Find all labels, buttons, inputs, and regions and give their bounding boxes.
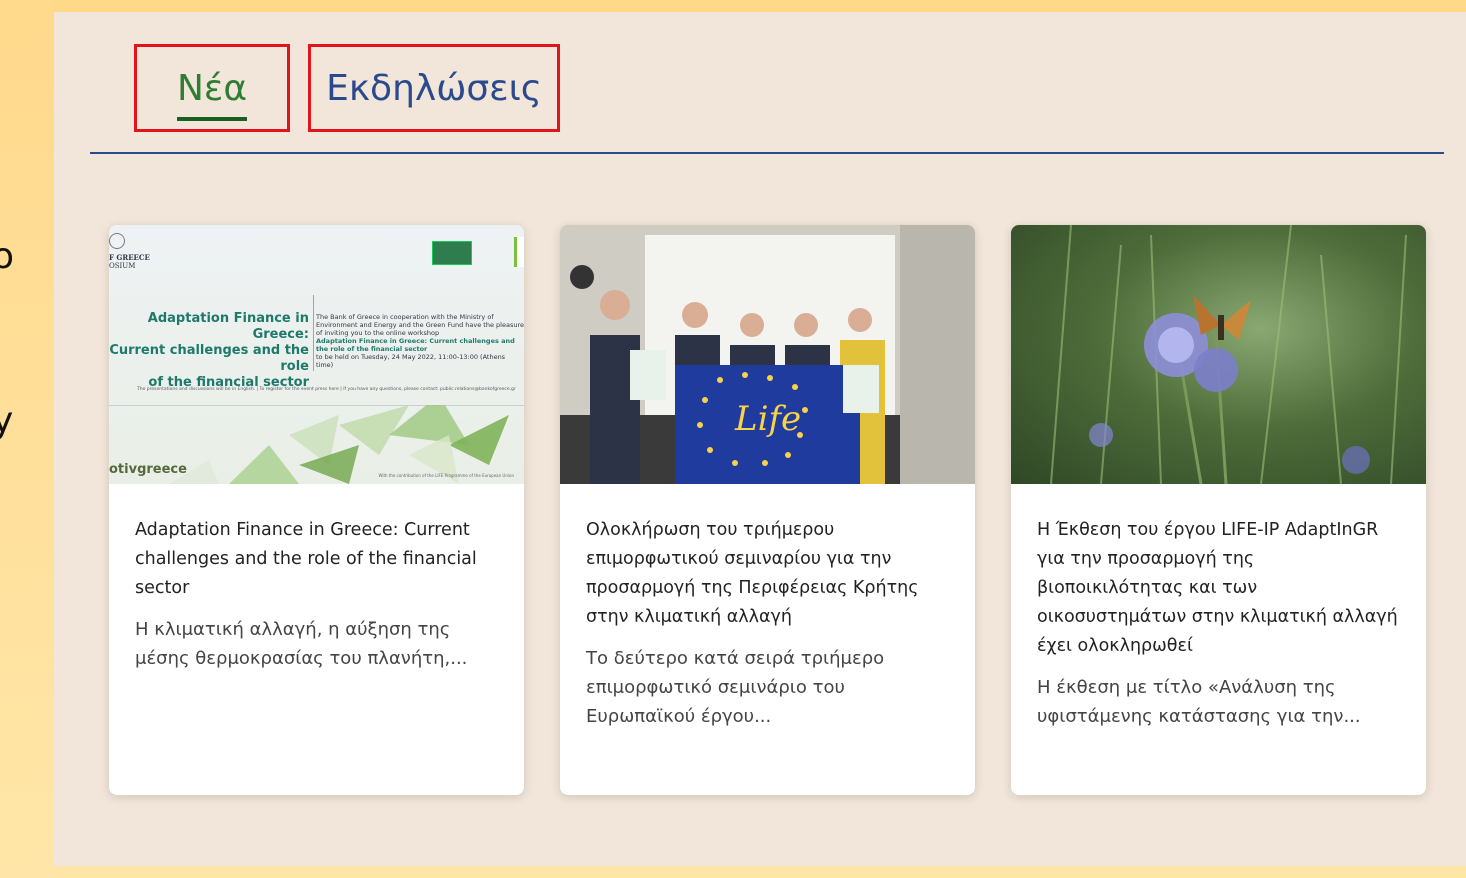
tab-events[interactable]: Εκδηλώσεις bbox=[308, 44, 560, 132]
butterfly-flower-photo bbox=[1050, 225, 1407, 484]
news-card-excerpt: Η έκθεση με τίτλο «Ανάλυση της υφιστάμεν… bbox=[1037, 677, 1361, 727]
news-card[interactable]: Life Ολοκλήρωση του τριήμερου επιμορφωτι… bbox=[560, 225, 975, 795]
poster-divider bbox=[313, 295, 314, 371]
news-card-excerpt: Η κλιματική αλλαγή, η αύξηση της μέσης θ… bbox=[135, 619, 468, 669]
news-card-body: Adaptation Finance in Greece: Current ch… bbox=[109, 484, 524, 693]
news-card-excerpt: Το δεύτερο κατά σειρά τριήμερο επιμορφωτ… bbox=[586, 648, 885, 727]
left-background-strip: o y bbox=[0, 0, 54, 878]
news-card[interactable]: Η Έκθεση του έργου LIFE-IP AdaptInGR για… bbox=[1011, 225, 1426, 795]
partner-logo-cut bbox=[514, 237, 524, 267]
seal-icon bbox=[109, 233, 125, 249]
tab-news-label: Νέα bbox=[176, 67, 248, 121]
news-card-image bbox=[1011, 225, 1426, 484]
poster-brand: otivgreece bbox=[109, 462, 187, 477]
partner-logo bbox=[432, 241, 472, 265]
news-card-body: Ολοκλήρωση του τριήμερου επιμορφωτικού σ… bbox=[560, 484, 975, 751]
news-card-image: F GREECE OSIUM Adaptation Finance in Gre… bbox=[109, 225, 524, 484]
cut-off-text: y bbox=[0, 400, 14, 441]
svg-text:Life: Life bbox=[734, 399, 801, 439]
news-panel: Νέα Εκδηλώσεις F GREECE OSIUM Adaptation… bbox=[54, 12, 1466, 866]
news-card-image: Life bbox=[560, 225, 975, 484]
news-card-title[interactable]: Η Έκθεση του έργου LIFE-IP AdaptInGR για… bbox=[1037, 516, 1400, 661]
poster-info: The presentations and discussions will b… bbox=[137, 387, 516, 392]
tab-bar: Νέα Εκδηλώσεις bbox=[90, 40, 1444, 154]
news-card-title[interactable]: Adaptation Finance in Greece: Current ch… bbox=[135, 516, 498, 603]
news-card-title[interactable]: Ολοκλήρωση του τριήμερου επιμορφωτικού σ… bbox=[586, 516, 949, 632]
poster-contribution: With the contribution of the LIFE Progra… bbox=[378, 473, 514, 478]
news-card[interactable]: F GREECE OSIUM Adaptation Finance in Gre… bbox=[109, 225, 524, 795]
news-card-body: Η Έκθεση του έργου LIFE-IP AdaptInGR για… bbox=[1011, 484, 1426, 751]
tab-events-label: Εκδηλώσεις bbox=[326, 67, 542, 109]
poster-header: F GREECE OSIUM bbox=[109, 233, 150, 270]
poster-title: Adaptation Finance in Greece: Current ch… bbox=[109, 311, 309, 390]
group-photo: Life bbox=[560, 225, 975, 484]
tab-news[interactable]: Νέα bbox=[134, 44, 290, 132]
cut-off-text: o bbox=[0, 236, 15, 277]
poster-description: The Bank of Greece in cooperation with t… bbox=[316, 313, 524, 369]
